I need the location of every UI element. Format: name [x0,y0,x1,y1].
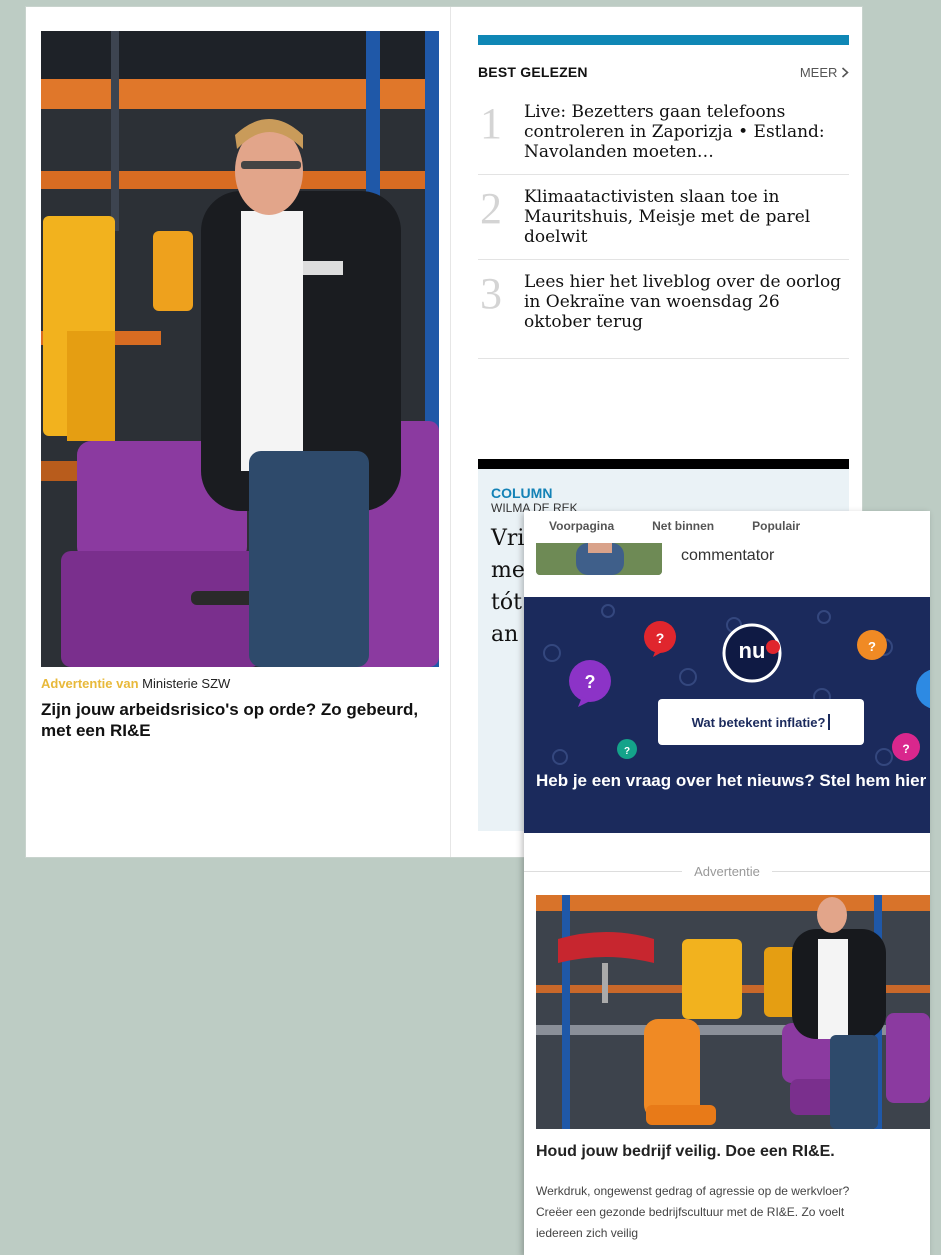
rank-number: 3 [480,269,502,318]
svg-text:?: ? [656,630,665,646]
svg-text:?: ? [585,672,596,692]
ad-prefix-label: Advertentie van [41,676,139,691]
ad-source: Advertentie van Ministerie SZW [41,676,439,692]
ad-body-mobile: Werkdruk, ongewenst gedrag of agressie o… [536,1181,930,1244]
ad-headline-link[interactable]: Zijn jouw arbeidsrisico's op orde? Zo ge… [41,699,439,741]
best-read-accent-bar [478,35,849,45]
ad-photo-wide[interactable] [536,895,930,1129]
best-read-list: 1 Live: Bezetters gaan telefoons control… [478,90,849,359]
best-read-headline: Lees hier het liveblog over de oorlog in… [524,272,842,332]
column-divider [450,7,451,857]
best-read-headline: Live: Bezetters gaan telefoons controler… [524,102,825,162]
rank-number: 2 [480,184,502,233]
divider-line [771,870,930,872]
question-input[interactable]: Wat betekent inflatie? [658,699,864,745]
warehouse-chairs-illustration [536,895,930,1129]
question-banner-title: Heb je een vraag over het nieuws? Stel h… [536,771,927,790]
chevron-right-icon [841,65,849,80]
question-input-text: Wat betekent inflatie? [691,714,826,730]
ad-body-line: iedereen zich veilig [536,1226,639,1240]
author-thumbnail [536,543,662,575]
best-read-more-link[interactable]: MEER [800,65,849,80]
best-read-item-1[interactable]: 1 Live: Bezetters gaan telefoons control… [478,90,849,175]
best-read-title: BEST GELEZEN [478,64,588,80]
best-read-headline: Klimaatactivisten slaan toe in Mauritshu… [524,187,811,247]
text-caret [828,714,831,730]
mobile-news-screenshot: Voorpagina Net binnen Populair commentat… [524,511,930,1255]
column-top-bar [478,459,849,469]
best-read-section: BEST GELEZEN MEER 1 Live: Bezetters gaan… [478,35,849,359]
best-read-item-2[interactable]: 2 Klimaatactivisten slaan toe in Maurits… [478,175,849,260]
more-label: MEER [799,64,838,80]
nu-question-banner[interactable]: ? ? ? ? ? nu Wat betekent inflatie? Heb … [524,597,930,833]
ad-headline-mobile[interactable]: Houd jouw bedrijf veilig. Doe een RI&E. [536,1143,930,1161]
svg-text:?: ? [902,742,909,756]
ad-body-line: Creëer een gezonde bedrijfscultuur met d… [536,1205,845,1219]
ad-photo[interactable] [41,31,439,667]
ad-sponsor-label: Ministerie SZW [142,676,231,691]
column-kicker: COLUMN [491,485,553,501]
author-strip[interactable]: commentator [524,541,930,603]
svg-text:?: ? [868,639,876,654]
divider-line [524,870,683,872]
man-in-warehouse-illustration [41,31,439,667]
author-role: commentator [681,547,775,564]
nu-logo-text: nu [738,638,766,663]
nav-item-voorpagina[interactable]: Voorpagina [524,519,614,533]
top-navigation: Voorpagina Net binnen Populair [524,511,930,541]
rank-number: 1 [480,99,502,148]
advertisement-label: Advertentie [694,863,760,879]
advertisement-label-row: Advertentie [524,861,930,881]
svg-text:?: ? [624,746,630,757]
nav-item-net-binnen[interactable]: Net binnen [614,519,714,533]
nav-item-populair[interactable]: Populair [714,519,800,533]
best-read-header: BEST GELEZEN MEER [478,62,849,82]
ad-body-line: Werkdruk, ongewenst gedrag of agressie o… [536,1184,850,1198]
ad-caption[interactable]: Advertentie van Ministerie SZW Zijn jouw… [41,676,439,741]
best-read-item-3[interactable]: 3 Lees hier het liveblog over de oorlog … [478,260,849,359]
